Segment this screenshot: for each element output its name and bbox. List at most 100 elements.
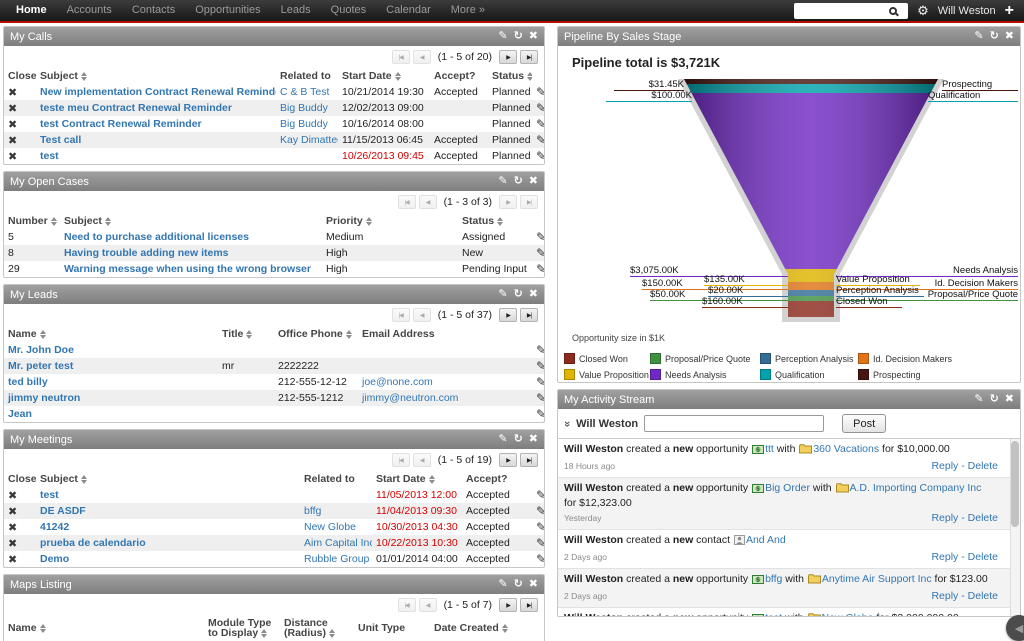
close-row-icon[interactable]: ✖ (8, 87, 17, 99)
refresh-dashlet-icon[interactable]: ↻ (514, 27, 523, 46)
column-header[interactable]: Module Type to Display (204, 616, 280, 640)
record-link[interactable]: joe@none.com (362, 376, 433, 388)
record-link[interactable]: C & B Test (280, 86, 329, 98)
activity-record-link[interactable]: And And (746, 534, 786, 546)
close-row-icon[interactable]: ✖ (8, 151, 17, 163)
next-page-button[interactable]: ▶ (499, 453, 517, 467)
column-header[interactable]: Priority (322, 213, 458, 229)
close-row-icon[interactable]: ✖ (8, 522, 17, 534)
dashlet-header[interactable]: Pipeline By Sales Stage ✎ ↻ ✖ (558, 27, 1020, 46)
search-icon[interactable] (889, 7, 897, 15)
activity-account-link[interactable]: Anytime Air Support Inc (822, 573, 932, 585)
first-page-button[interactable]: |◀ (392, 308, 410, 322)
record-link[interactable]: test (40, 489, 59, 501)
record-link[interactable]: Aim Capital Inc (304, 537, 372, 549)
edit-row-icon[interactable]: ✎ (536, 117, 545, 131)
edit-row-icon[interactable]: ✎ (536, 375, 545, 389)
record-link[interactable]: Big Buddy (280, 102, 328, 114)
record-link[interactable]: Mr. John Doe (8, 344, 74, 356)
edit-dashlet-icon[interactable]: ✎ (974, 390, 983, 409)
refresh-dashlet-icon[interactable]: ↻ (514, 430, 523, 449)
record-link[interactable]: Kay Dimatteo (280, 134, 338, 146)
column-header[interactable]: Start Date (372, 471, 462, 487)
column-header[interactable]: Status (488, 68, 532, 84)
sort-icon[interactable] (81, 72, 87, 81)
edit-row-icon[interactable]: ✎ (536, 359, 545, 373)
delete-link[interactable]: Delete (968, 590, 998, 602)
reply-link[interactable]: Reply (931, 551, 958, 563)
nav-item-contacts[interactable]: Contacts (122, 0, 185, 22)
close-dashlet-icon[interactable]: ✖ (529, 285, 538, 304)
nav-item-home[interactable]: Home (6, 0, 57, 22)
close-dashlet-icon[interactable]: ✖ (1005, 27, 1014, 46)
sort-icon[interactable] (429, 475, 435, 484)
record-link[interactable]: Jean (8, 408, 32, 420)
record-link[interactable]: Warning message when using the wrong bro… (64, 263, 311, 275)
next-page-button[interactable]: ▶ (499, 50, 517, 64)
dashlet-header[interactable]: My Meetings✎↻✖ (4, 430, 544, 449)
sort-icon[interactable] (246, 330, 252, 339)
record-link[interactable]: Demo (40, 553, 69, 565)
scrollbar[interactable] (1010, 439, 1020, 617)
record-link[interactable]: teste meu Contract Renewal Reminder (40, 102, 232, 114)
edit-row-icon[interactable]: ✎ (536, 488, 545, 502)
delete-link[interactable]: Delete (968, 460, 998, 472)
dashlet-header[interactable]: My Open Cases✎↻✖ (4, 172, 544, 191)
nav-item-accounts[interactable]: Accounts (57, 0, 122, 22)
reply-link[interactable]: Reply (931, 512, 958, 524)
activity-account-link[interactable]: 360 Vacations (813, 443, 879, 455)
refresh-dashlet-icon[interactable]: ↻ (990, 390, 999, 409)
record-link[interactable]: jimmy neutron (8, 392, 80, 404)
reply-link[interactable]: Reply (931, 460, 958, 472)
sort-icon[interactable] (261, 629, 267, 638)
activity-account-link[interactable]: New Globe (822, 612, 874, 617)
record-link[interactable]: 41242 (40, 521, 69, 533)
edit-row-icon[interactable]: ✎ (536, 536, 545, 550)
record-link[interactable]: Having trouble adding new items (64, 247, 229, 259)
nav-item-more[interactable]: More » (441, 0, 495, 22)
scrollbar-thumb[interactable] (1011, 441, 1019, 527)
last-page-button[interactable]: ▶| (520, 308, 538, 322)
edit-row-icon[interactable]: ✎ (536, 85, 545, 99)
column-header[interactable]: Number (4, 213, 60, 229)
post-button[interactable]: Post (842, 414, 886, 433)
activity-account-link[interactable]: A.D. Importing Company Inc (850, 482, 982, 494)
activity-record-link[interactable]: ttt (765, 443, 774, 455)
edit-row-icon[interactable]: ✎ (536, 230, 545, 244)
collapse-chevron-icon[interactable]: » (561, 420, 573, 426)
nav-item-opportunities[interactable]: Opportunities (185, 0, 270, 22)
close-row-icon[interactable]: ✖ (8, 490, 17, 502)
record-link[interactable]: jimmy@neutron.com (362, 392, 458, 404)
column-header[interactable]: Distance (Radius) (280, 616, 354, 640)
prev-page-button[interactable]: ◀ (413, 50, 431, 64)
dashlet-header[interactable]: My Leads✎↻✖ (4, 285, 544, 304)
edit-row-icon[interactable]: ✎ (536, 504, 545, 518)
edit-dashlet-icon[interactable]: ✎ (974, 27, 983, 46)
user-menu[interactable]: Will Weston (938, 5, 996, 17)
refresh-dashlet-icon[interactable]: ↻ (990, 27, 999, 46)
prev-page-button[interactable]: ◀ (419, 598, 437, 612)
edit-row-icon[interactable]: ✎ (536, 552, 545, 566)
column-header[interactable]: Name (4, 326, 218, 342)
delete-link[interactable]: Delete (968, 512, 998, 524)
sort-icon[interactable] (395, 72, 401, 81)
first-page-button[interactable]: |◀ (398, 598, 416, 612)
quick-add-icon[interactable]: + (1005, 1, 1014, 21)
sort-icon[interactable] (346, 330, 352, 339)
sort-icon[interactable] (105, 217, 111, 226)
column-header[interactable]: Office Phone (274, 326, 358, 342)
delete-link[interactable]: Delete (968, 551, 998, 563)
column-header[interactable]: Name (4, 616, 204, 640)
next-page-button[interactable]: ▶ (499, 195, 517, 209)
edit-row-icon[interactable]: ✎ (536, 101, 545, 115)
record-link[interactable]: New Globe (304, 521, 356, 533)
record-link[interactable]: Test call (40, 134, 81, 146)
activity-record-link[interactable]: test (765, 612, 782, 617)
record-link[interactable]: DE ASDF (40, 505, 86, 517)
dashlet-header[interactable]: My Activity Stream ✎ ↻ ✖ (558, 390, 1020, 409)
column-header[interactable]: Subject (36, 68, 276, 84)
edit-row-icon[interactable]: ✎ (536, 133, 545, 147)
column-header[interactable]: Start Date (338, 68, 430, 84)
sort-icon[interactable] (329, 629, 335, 638)
column-header[interactable]: Subject (36, 471, 300, 487)
